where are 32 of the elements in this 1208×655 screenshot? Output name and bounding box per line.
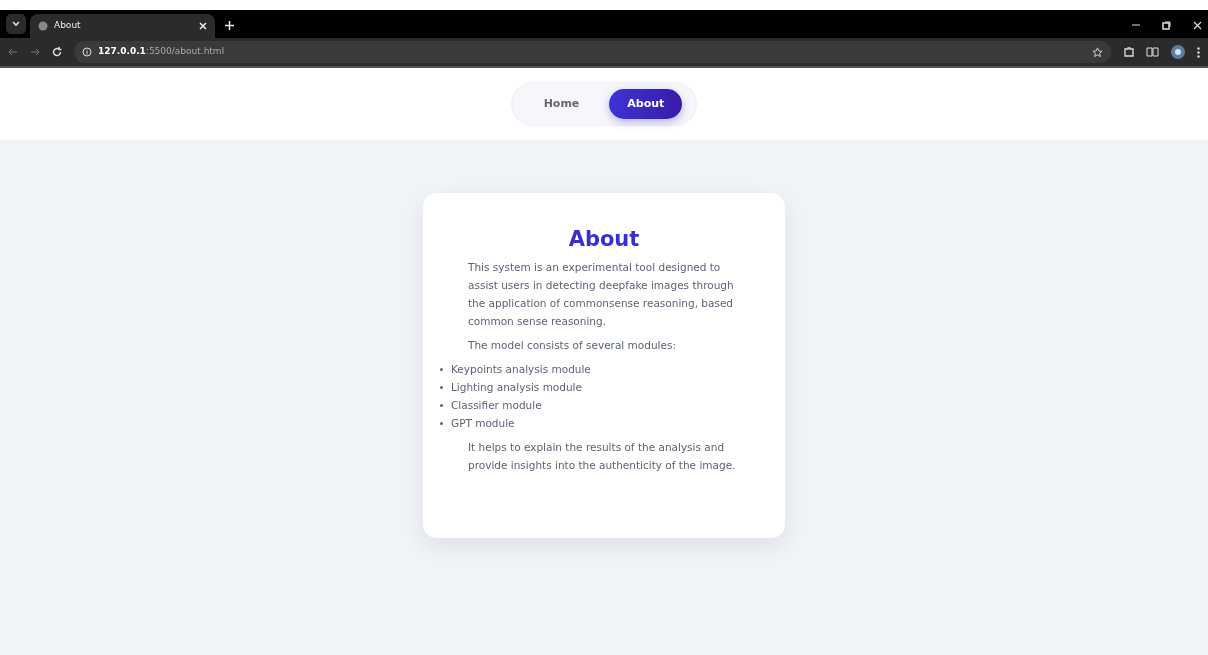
url-text: 127.0.0.1:5500/about.html (98, 45, 225, 59)
nav-link[interactable]: Home (525, 88, 598, 120)
chevron-icon (12, 21, 20, 27)
intro-paragraph: This system is an experimental tool designed to assist users in detecting deepfake images through the application of commonsense reasoning, based common sense reasoning. (468, 260, 735, 330)
bullet-icon (440, 404, 443, 408)
module-item: Keypoints analysis module (451, 362, 591, 378)
back-icon[interactable] (8, 47, 18, 57)
close-window-icon[interactable] (1193, 21, 1202, 30)
bullet-icon (440, 422, 443, 426)
bullet-icon (440, 386, 443, 390)
nav-link[interactable]: About (609, 88, 683, 120)
reload-icon[interactable] (52, 47, 62, 57)
outro-paragraph: It helps to explain the results of the analysis and provide insights into the authenticity of the image. (468, 440, 737, 474)
reading-list-icon[interactable] (1146, 47, 1159, 57)
bullet-icon (440, 368, 443, 372)
tab-title: About (54, 19, 82, 33)
profile-icon[interactable] (1171, 45, 1185, 59)
forward-icon[interactable] (30, 47, 40, 57)
star-icon[interactable] (1092, 46, 1103, 58)
restore-icon[interactable] (1162, 21, 1171, 30)
card-title: About (567, 227, 641, 253)
modules-heading: The model consists of several modules: (468, 338, 677, 354)
info-icon (82, 47, 92, 57)
close-icon[interactable] (199, 22, 207, 30)
module-item: GPT module (451, 416, 515, 432)
tab-list-button[interactable] (6, 14, 26, 34)
module-item: Classifier module (451, 398, 542, 414)
address-field[interactable]: 127.0.0.1:5500/about.html (74, 41, 1111, 63)
menu-icon[interactable] (1197, 46, 1200, 58)
module-item: Lighting analysis module (451, 380, 582, 396)
new-tab-icon[interactable] (225, 21, 234, 30)
browser-tab[interactable]: About (30, 14, 215, 38)
